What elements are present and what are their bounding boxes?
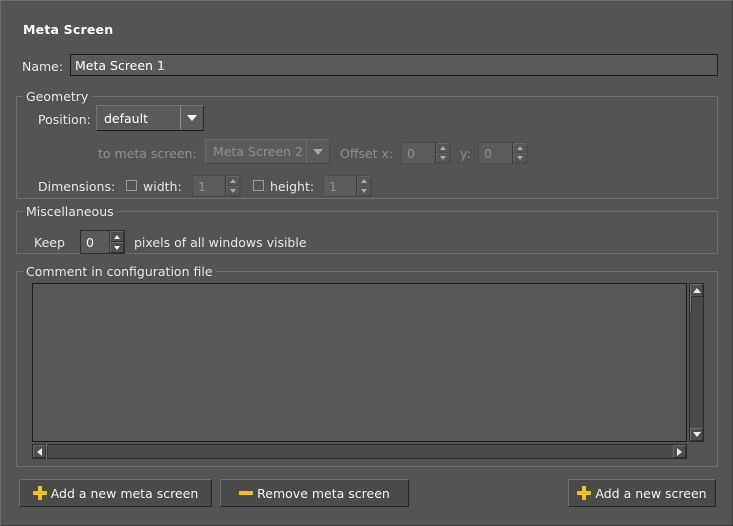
keep-label: Keep: [34, 235, 65, 250]
vertical-scroll-thumb[interactable]: [690, 296, 692, 312]
offset-x-stepper[interactable]: [435, 143, 450, 163]
to-meta-screen-combobox-value: Meta Screen 2: [213, 144, 303, 159]
height-value: 1: [329, 178, 337, 194]
plus-icon: [577, 486, 592, 500]
scroll-right-arrow-icon[interactable]: [673, 445, 686, 458]
meta-screen-dialog: Meta Screen Name: Geometry Position: def…: [0, 0, 733, 526]
keep-pixels-value: 0: [86, 234, 94, 250]
offset-y-spinbox[interactable]: 0: [478, 142, 528, 164]
stepper-down-icon[interactable]: [436, 153, 450, 163]
width-checkbox[interactable]: [126, 180, 137, 191]
miscellaneous-group-title: Miscellaneous: [23, 204, 117, 219]
horizontal-scroll-track[interactable]: [46, 444, 673, 460]
remove-meta-screen-button[interactable]: Remove meta screen: [220, 479, 409, 507]
keep-suffix-label: pixels of all windows visible: [134, 235, 307, 250]
offset-y-stepper[interactable]: [512, 143, 527, 163]
scroll-down-arrow-icon[interactable]: [690, 428, 703, 441]
stepper-down-icon[interactable]: [357, 186, 371, 196]
comment-group-title: Comment in configuration file: [23, 264, 216, 279]
offset-x-value: 0: [407, 145, 415, 161]
comment-horizontal-scrollbar[interactable]: [32, 444, 687, 460]
comment-editor: [32, 283, 704, 460]
height-spinbox[interactable]: 1: [323, 175, 372, 197]
minus-icon: [239, 491, 254, 495]
width-spinbox[interactable]: 1: [192, 175, 241, 197]
horizontal-scroll-thumb[interactable]: [46, 444, 48, 460]
keep-pixels-spinbox[interactable]: 0: [80, 230, 125, 254]
offset-y-label: y:: [460, 146, 471, 161]
position-label: Position:: [38, 112, 91, 127]
width-label: width:: [143, 179, 182, 194]
page-title: Meta Screen: [23, 22, 114, 37]
height-label: height:: [270, 179, 315, 194]
add-new-meta-screen-button[interactable]: Add a new meta screen: [19, 479, 212, 507]
stepper-down-icon[interactable]: [226, 186, 240, 196]
keep-pixels-stepper[interactable]: [109, 231, 124, 253]
height-stepper[interactable]: [356, 176, 371, 196]
stepper-down-icon[interactable]: [513, 153, 527, 163]
to-meta-screen-label: to meta screen:: [98, 146, 197, 161]
position-combobox[interactable]: default: [96, 105, 204, 131]
position-combobox-value: default: [104, 110, 148, 126]
width-value: 1: [198, 178, 206, 194]
comment-vertical-scrollbar[interactable]: [689, 283, 704, 442]
add-new-screen-label: Add a new screen: [595, 485, 707, 501]
stepper-up-icon[interactable]: [513, 143, 527, 153]
stepper-up-icon[interactable]: [357, 176, 371, 186]
height-checkbox[interactable]: [253, 180, 264, 191]
vertical-scroll-track[interactable]: [690, 296, 703, 428]
comment-textarea-box: [32, 283, 687, 442]
stepper-up-icon[interactable]: [436, 143, 450, 153]
chevron-down-icon: [180, 106, 203, 130]
offset-x-spinbox[interactable]: 0: [401, 142, 451, 164]
geometry-group-title: Geometry: [23, 89, 92, 104]
offset-y-value: 0: [484, 145, 492, 161]
chevron-down-icon: [306, 140, 329, 163]
name-input[interactable]: [70, 54, 718, 76]
width-stepper[interactable]: [225, 176, 240, 196]
comment-textarea[interactable]: [33, 284, 686, 441]
add-new-screen-button[interactable]: Add a new screen: [568, 479, 716, 507]
to-meta-screen-combobox[interactable]: Meta Screen 2: [205, 139, 330, 164]
remove-meta-screen-label: Remove meta screen: [257, 485, 390, 501]
dimensions-label: Dimensions:: [38, 179, 116, 194]
stepper-up-icon[interactable]: [226, 176, 240, 186]
plus-icon: [32, 486, 47, 500]
stepper-up-icon[interactable]: [110, 231, 124, 242]
stepper-down-icon[interactable]: [110, 242, 124, 253]
add-new-meta-screen-label: Add a new meta screen: [50, 485, 199, 501]
scroll-left-arrow-icon[interactable]: [33, 445, 46, 458]
name-label: Name:: [22, 59, 64, 74]
offset-x-label: Offset x:: [340, 146, 394, 161]
